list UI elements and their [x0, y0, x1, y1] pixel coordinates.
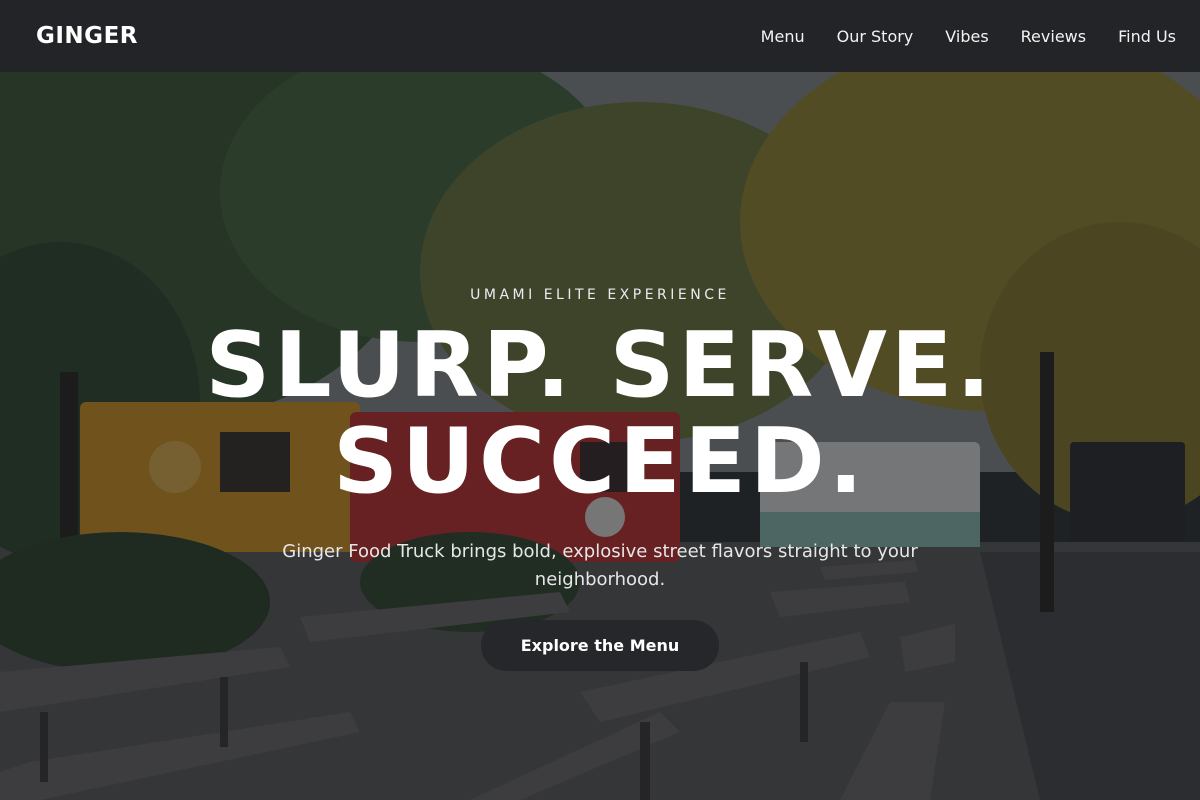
brand-logo[interactable]: GINGER [36, 23, 138, 49]
nav-link-reviews[interactable]: Reviews [989, 27, 1086, 46]
top-navbar: GINGER Menu Our Story Vibes Reviews Find… [0, 0, 1200, 72]
explore-menu-button[interactable]: Explore the Menu [481, 620, 719, 671]
nav-link-vibes[interactable]: Vibes [913, 27, 988, 46]
nav-link-find-us[interactable]: Find Us [1086, 27, 1176, 46]
nav-link-menu[interactable]: Menu [729, 27, 805, 46]
hero-headline-line-2: SUCCEED. [333, 409, 867, 514]
nav-links: Menu Our Story Vibes Reviews Find Us [729, 27, 1176, 46]
hero-section: UMAMI ELITE EXPERIENCE SLURP. SERVE. SUC… [0, 72, 1200, 800]
hero-headline: SLURP. SERVE. SUCCEED. [150, 318, 1050, 510]
hero-eyebrow: UMAMI ELITE EXPERIENCE [470, 287, 730, 303]
nav-link-our-story[interactable]: Our Story [805, 27, 914, 46]
hero-subtext: Ginger Food Truck brings bold, explosive… [282, 541, 918, 590]
hero-content: UMAMI ELITE EXPERIENCE SLURP. SERVE. SUC… [0, 72, 1200, 800]
hero-headline-line-1: SLURP. SERVE. [205, 313, 995, 418]
